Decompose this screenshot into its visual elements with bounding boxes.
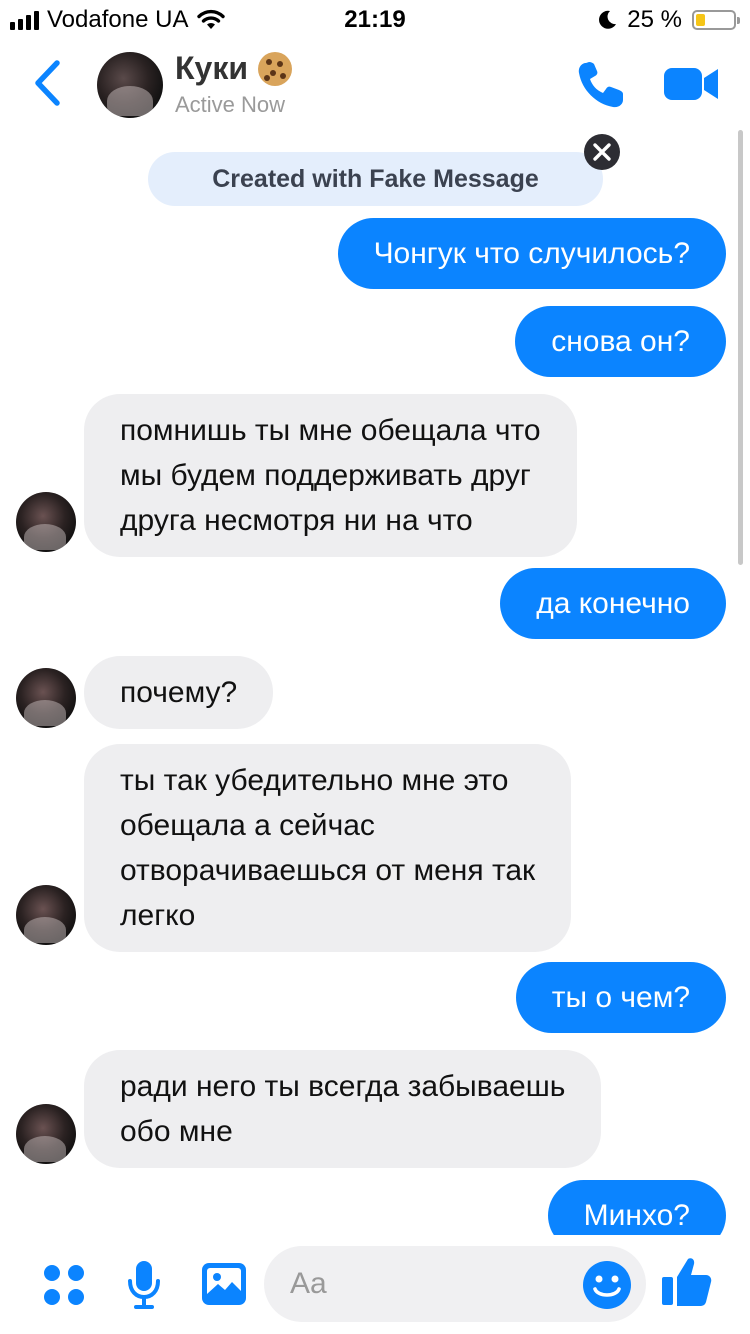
conversation-header: Куки Active Now — [0, 40, 750, 130]
message-incoming[interactable]: ради него ты всегда забываешь обо мне — [84, 1050, 602, 1168]
message-line: мы будем поддерживать друг — [120, 459, 531, 492]
message-incoming[interactable]: почему? — [84, 656, 274, 729]
message-line: почему? — [120, 676, 238, 709]
cookie-icon — [258, 51, 293, 86]
battery-percent: 25 % — [627, 6, 682, 33]
message-line: обещала а сейчас — [120, 809, 375, 842]
presence-status: Active Now — [175, 92, 286, 117]
contact-avatar-small[interactable] — [16, 492, 76, 552]
message-line: помнишь ты мне обещала что — [120, 414, 541, 447]
message-outgoing[interactable]: да конечно — [500, 568, 726, 639]
message-outgoing[interactable]: ты о чем? — [515, 962, 726, 1033]
message-text: Минхо? — [583, 1199, 690, 1232]
smiley-icon[interactable] — [582, 1260, 632, 1310]
message-incoming[interactable]: ты так убедительно мне это обещала а сей… — [84, 744, 572, 952]
status-bar: Vodafone UA 21:19 25 % — [0, 0, 750, 40]
message-line: ради него ты всегда забываешь — [120, 1070, 566, 1103]
message-incoming[interactable]: помнишь ты мне обещала что мы будем подд… — [84, 394, 577, 557]
thumbs-up-icon[interactable] — [660, 1255, 714, 1309]
message-text: да конечно — [536, 587, 690, 620]
contact-avatar-small[interactable] — [16, 885, 76, 945]
message-outgoing[interactable]: снова он? — [515, 306, 726, 377]
message-outgoing[interactable]: Минхо? — [547, 1180, 726, 1235]
message-text: ты о чем? — [551, 981, 690, 1014]
close-glyph — [593, 143, 611, 161]
phone-icon[interactable] — [574, 58, 628, 112]
input-placeholder: Aa — [290, 1267, 327, 1300]
contact-name: Куки — [175, 50, 249, 86]
apps-grid-icon[interactable] — [42, 1263, 86, 1307]
watermark-banner: Created with Fake Message — [148, 152, 603, 206]
contact-name-row[interactable]: Куки — [175, 50, 293, 87]
video-camera-icon[interactable] — [662, 64, 720, 104]
photo-icon[interactable] — [200, 1261, 248, 1307]
message-line: легко — [120, 899, 196, 932]
message-text: снова он? — [551, 325, 690, 358]
moon-icon — [599, 10, 617, 29]
battery-fill — [696, 14, 705, 26]
composer-bar: Aa — [0, 1235, 750, 1334]
contact-avatar-small[interactable] — [16, 1104, 76, 1164]
contact-avatar-small[interactable] — [16, 668, 76, 728]
status-right: 25 % — [597, 6, 740, 34]
battery-icon — [692, 10, 740, 30]
message-text: Чонгук что случилось? — [373, 237, 690, 270]
message-input[interactable]: Aa — [264, 1246, 646, 1322]
message-line: друга несмотря ни на что — [120, 504, 473, 537]
close-icon[interactable] — [584, 134, 620, 170]
microphone-icon[interactable] — [126, 1259, 162, 1311]
message-line: ты так убедительно мне это — [120, 764, 509, 797]
message-outgoing[interactable]: Чонгук что случилось? — [337, 218, 726, 289]
message-line: обо мне — [120, 1115, 233, 1148]
banner-text: Created with Fake Message — [212, 165, 539, 193]
contact-avatar[interactable] — [97, 52, 163, 118]
message-line: отворачиваешься от меня так — [120, 854, 536, 887]
message-list[interactable]: Created with Fake Message Чонгук что слу… — [0, 130, 750, 1235]
chevron-left-icon[interactable] — [30, 58, 64, 108]
